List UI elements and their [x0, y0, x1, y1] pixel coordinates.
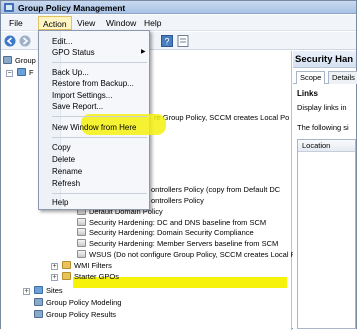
tree-row-label: Group Policy Results	[46, 310, 117, 319]
tab-details[interactable]: Details	[328, 71, 357, 84]
menu-item-gpo-status[interactable]: GPO Status	[52, 47, 95, 58]
menu-window[interactable]: Window	[102, 16, 140, 30]
tree-row-label: WMI Filters	[74, 261, 112, 270]
tree-row-starter-gpos[interactable]: Starter GPOs	[62, 271, 119, 282]
tab-scope[interactable]: Scope	[296, 71, 326, 84]
menu-separator	[52, 116, 147, 117]
tree-row-label: Starter GPOs	[74, 272, 120, 281]
tree-row-label: re Group Policy, SCCM creates Local Po	[154, 113, 290, 122]
tree-row-label: Group Policy Modeling	[46, 298, 122, 307]
menu-separator	[52, 62, 147, 63]
tree-row-dc-policy-copy[interactable]: ontrollers Policy (copy from Default DC	[151, 184, 280, 195]
menu-item-new-window[interactable]: New Window from Here	[52, 122, 136, 133]
following-sites-text: The following si	[297, 123, 349, 132]
tree-row-dc-policy[interactable]: ontrollers Policy	[151, 195, 204, 206]
tree-row-label: Security Hardening: Member Servers basel…	[89, 239, 279, 248]
tree-row-label: WSUS (Do not configure Group Policy, SCC…	[89, 250, 300, 259]
gpo-link-icon	[77, 250, 86, 258]
details-header: Security Han	[293, 51, 356, 68]
details-tabs: Scope Details	[293, 69, 357, 84]
gpo-link-icon	[77, 239, 86, 247]
tree-row-label: Security Hardening: DC and DNS baseline …	[89, 218, 267, 227]
menu-item-delete[interactable]: Delete	[52, 154, 75, 165]
menu-item-help[interactable]: Help	[52, 197, 68, 208]
column-header-location[interactable]: Location	[298, 140, 355, 152]
menu-separator	[52, 137, 147, 138]
column-header-label: Location	[302, 141, 331, 150]
tree-row-label: ontrollers Policy (copy from Default DC	[151, 185, 281, 194]
forward-arrow-icon[interactable]	[19, 35, 31, 47]
tree-forest-item[interactable]: F	[17, 67, 34, 78]
menu-item-rename[interactable]: Rename	[52, 166, 82, 177]
collapse-toggle[interactable]: −	[6, 70, 13, 77]
menu-bar: File Action View Window Help	[1, 15, 356, 31]
menu-help[interactable]: Help	[140, 16, 165, 30]
tree-row-gp-modeling[interactable]: Group Policy Modeling	[34, 297, 121, 308]
forest-icon	[17, 68, 26, 76]
tree-row-wsus[interactable]: WSUS (Do not configure Group Policy, SCC…	[77, 249, 300, 260]
action-menu-dropdown: Edit... GPO Status ▶ Back Up... Restore …	[38, 30, 166, 210]
menu-item-copy[interactable]: Copy	[52, 142, 71, 153]
tree-row-policy-partial[interactable]: re Group Policy, SCCM creates Local Po	[154, 112, 289, 123]
menu-view[interactable]: View	[73, 16, 99, 30]
tree-row-wmi-filters[interactable]: WMI Filters	[62, 260, 112, 271]
gpmc-app-icon	[4, 3, 14, 12]
tree-row-label: ontrollers Policy	[151, 196, 204, 205]
help-icon[interactable]: ?	[161, 35, 173, 47]
properties-icon[interactable]	[177, 35, 189, 47]
sites-icon	[34, 286, 43, 294]
menu-item-edit[interactable]: Edit...	[52, 36, 72, 47]
display-links-label: Display links in	[297, 103, 347, 112]
tree-root-item[interactable]: Group	[3, 55, 36, 66]
menu-file[interactable]: File	[5, 16, 27, 30]
menu-item-restore[interactable]: Restore from Backup...	[52, 78, 134, 89]
folder-icon	[62, 272, 71, 280]
expand-toggle[interactable]: +	[51, 274, 58, 281]
tree-forest-label: F	[29, 68, 34, 77]
menu-item-save-report[interactable]: Save Report...	[52, 101, 103, 112]
title-bar: Group Policy Management	[1, 1, 356, 14]
results-icon	[34, 310, 43, 318]
app-window: Group Policy Management File Action View…	[0, 0, 357, 330]
menu-action[interactable]: Action	[38, 16, 72, 30]
tree-row-label: Sites	[46, 286, 63, 295]
svg-text:?: ?	[165, 37, 170, 47]
menu-separator	[52, 193, 147, 194]
details-pane: Security Han Scope Details Links Display…	[293, 51, 357, 330]
menu-item-back-up[interactable]: Back Up...	[52, 67, 89, 78]
tree-row-gp-results[interactable]: Group Policy Results	[34, 309, 116, 320]
menu-item-import-settings[interactable]: Import Settings...	[52, 90, 112, 101]
gpo-link-icon	[77, 228, 86, 236]
tree-root-label: Group	[15, 56, 36, 65]
tree-row-sites[interactable]: Sites	[34, 285, 63, 296]
folder-icon	[62, 261, 71, 269]
back-arrow-icon[interactable]	[4, 35, 16, 47]
window-title: Group Policy Management	[18, 3, 126, 13]
details-title: Security Han	[295, 54, 354, 65]
links-table: Location	[297, 139, 356, 329]
modeling-icon	[34, 298, 43, 306]
tree-row-label: Security Hardening: Domain Security Comp…	[89, 228, 254, 237]
expand-toggle[interactable]: +	[51, 263, 58, 270]
expand-toggle[interactable]: +	[23, 288, 30, 295]
menu-item-refresh[interactable]: Refresh	[52, 178, 80, 189]
tree-row-domain-security-compliance[interactable]: Security Hardening: Domain Security Comp…	[77, 227, 254, 238]
submenu-arrow-icon: ▶	[141, 49, 146, 55]
gpmc-node-icon	[3, 56, 12, 64]
gpo-link-icon	[77, 218, 86, 226]
links-heading: Links	[297, 89, 318, 98]
tree-row-member-servers-baseline[interactable]: Security Hardening: Member Servers basel…	[77, 238, 278, 249]
